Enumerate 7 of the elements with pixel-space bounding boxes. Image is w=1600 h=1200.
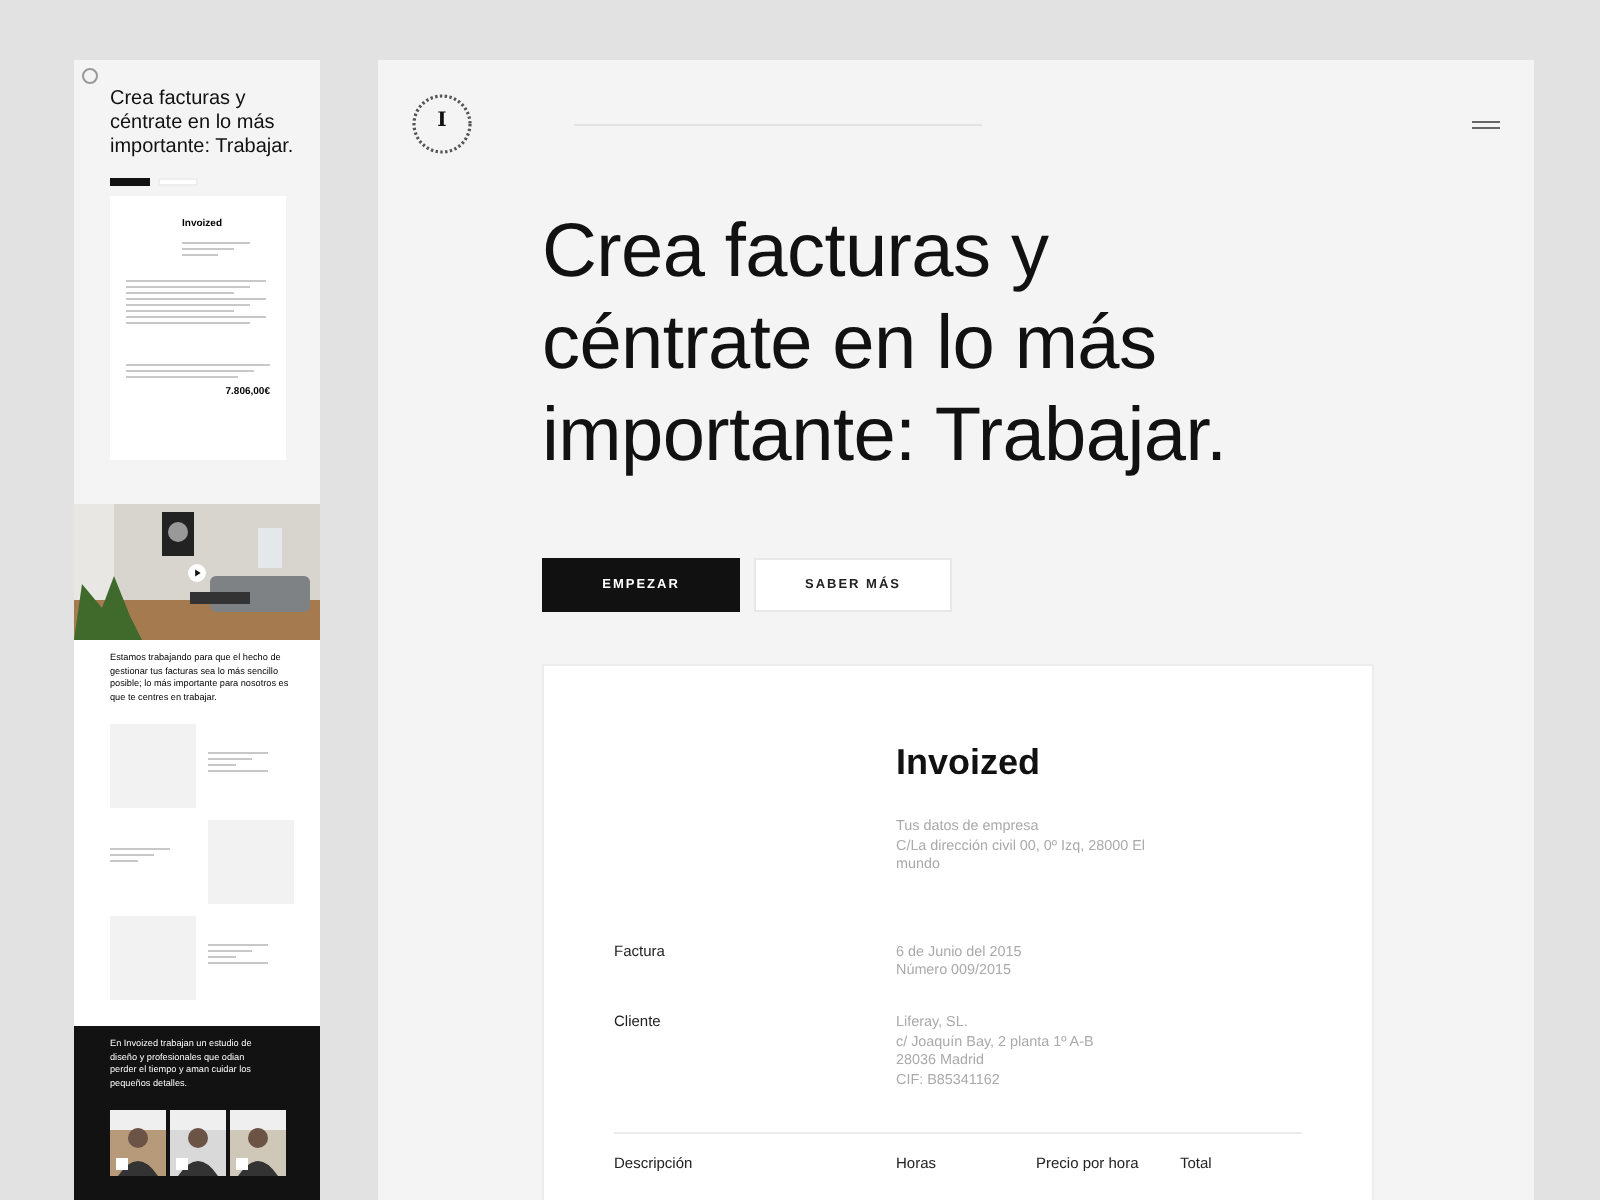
logo[interactable]: I [410, 92, 474, 156]
headline: Crea facturas y céntrate en lo más importante: Trabajar. [110, 86, 296, 160]
play-button[interactable] [188, 564, 206, 582]
headline: Crea facturas y céntrate en lo más importante: Trabajar. [542, 208, 1229, 482]
menu-icon[interactable] [1472, 119, 1500, 129]
start-button[interactable] [110, 178, 150, 186]
invoice-title: Invoized [896, 742, 1043, 784]
